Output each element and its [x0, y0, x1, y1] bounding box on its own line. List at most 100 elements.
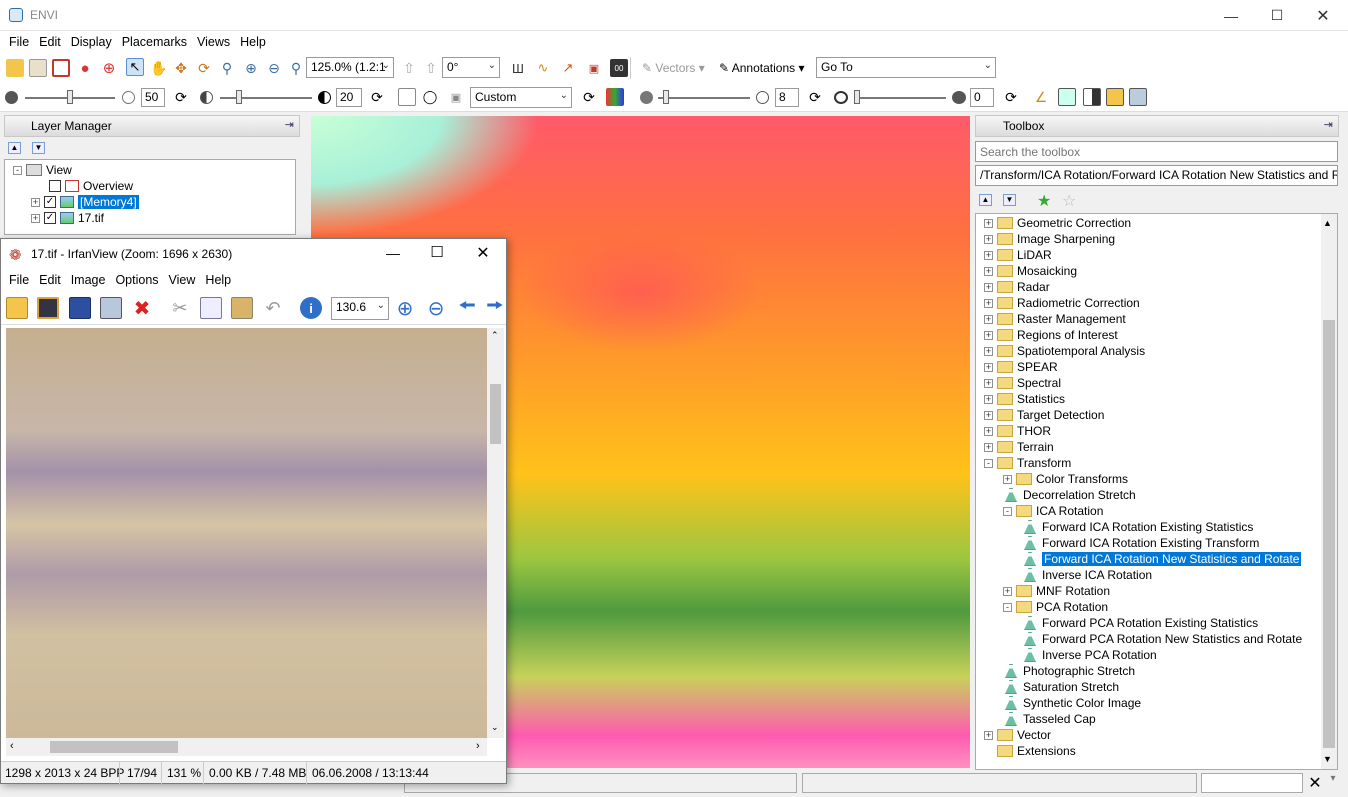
toolbox-folder[interactable]: - Transform — [984, 455, 1071, 471]
expand-toggle-icon[interactable]: + — [984, 362, 993, 372]
expand-toggle-icon[interactable]: + — [31, 197, 40, 207]
collapse-toggle-icon[interactable]: - — [1003, 506, 1012, 516]
toolbox-folder[interactable]: + Image Sharpening — [984, 231, 1115, 247]
expand-toggle-icon[interactable]: + — [984, 314, 993, 324]
expand-toggle-icon[interactable]: + — [984, 730, 993, 740]
toolbox-folder[interactable]: + Spatiotemporal Analysis — [984, 343, 1145, 359]
toolbox-tool[interactable]: Decorrelation Stretch — [1003, 487, 1136, 503]
scroll-up-icon[interactable]: ▲ — [1323, 218, 1332, 228]
toolbox-scrollbar[interactable]: ▲ ▼ — [1321, 214, 1337, 769]
toolbox-folder[interactable]: + Regions of Interest — [984, 327, 1118, 343]
cut-icon[interactable]: ✂ — [169, 297, 191, 319]
collapse-toggle-icon[interactable]: - — [984, 458, 993, 468]
save-icon[interactable] — [69, 297, 91, 319]
next-icon[interactable]: 🠚 — [485, 297, 505, 319]
expand-toggle-icon[interactable]: + — [984, 346, 993, 356]
toolbox-folder[interactable]: Extensions — [984, 743, 1076, 759]
refresh-icon[interactable]: ⟳ — [806, 88, 824, 106]
toolbox-tool[interactable]: Saturation Stretch — [1003, 679, 1119, 695]
zoom-full-icon[interactable]: ⚲ — [287, 59, 305, 77]
toolbox-folder[interactable]: + MNF Rotation — [1003, 583, 1110, 599]
toolbox-folder[interactable]: + Spectral — [984, 375, 1061, 391]
expand-toggle-icon[interactable]: + — [984, 330, 993, 340]
spectral-profile-icon[interactable]: ∿ — [534, 59, 552, 77]
expand-all-icon[interactable]: ▼ — [32, 142, 45, 154]
expand-toggle-icon[interactable]: + — [984, 250, 993, 260]
layer-17tif[interactable]: + ✓ 17.tif — [31, 210, 104, 226]
toolbox-folder[interactable]: + Radiometric Correction — [984, 295, 1140, 311]
measure-icon[interactable]: ∠ — [1032, 88, 1050, 106]
toolbox-tool[interactable]: Forward ICA Rotation Existing Statistics — [1022, 519, 1253, 535]
data-manager-icon[interactable] — [29, 59, 47, 77]
undock-icon[interactable]: ⇥ — [1324, 118, 1333, 131]
irfan-menu-view[interactable]: View — [164, 273, 201, 287]
toolbox-folder[interactable]: - PCA Rotation — [1003, 599, 1108, 615]
rotate-icon[interactable]: ⟳ — [195, 59, 213, 77]
scroll-down-icon[interactable]: ⌄ — [491, 722, 499, 733]
sharpen-slider-track[interactable] — [658, 97, 750, 99]
refresh-icon[interactable]: ⟳ — [1002, 88, 1020, 106]
toolbox-folder[interactable]: + Target Detection — [984, 407, 1104, 423]
chip-view-icon[interactable] — [1129, 88, 1147, 106]
stretch-type-icon[interactable]: ▣ — [447, 88, 465, 106]
collapse-toggle-icon[interactable]: - — [1003, 602, 1012, 612]
collapse-toggle-icon[interactable]: - — [13, 165, 22, 175]
portal-icon[interactable] — [1106, 88, 1124, 106]
transparency-slider-thumb[interactable] — [854, 90, 860, 104]
crosshair-icon[interactable]: ⊕ — [100, 59, 118, 77]
expand-toggle-icon[interactable]: + — [984, 298, 993, 308]
toolbox-folder[interactable]: + Mosaicking — [984, 263, 1077, 279]
toolbox-folder[interactable]: + Raster Management — [984, 311, 1126, 327]
sharpen-slider-thumb[interactable] — [663, 90, 669, 104]
collapse-all-icon[interactable]: ▲ — [979, 194, 992, 206]
toolbox-folder[interactable]: + THOR — [984, 423, 1051, 439]
contrast-slider-track[interactable] — [220, 97, 312, 99]
brightness-value[interactable]: 50 — [141, 88, 165, 107]
irfanview-image[interactable] — [6, 328, 487, 738]
layer-view[interactable]: - View — [13, 162, 72, 178]
toolbox-folder[interactable]: + Radar — [984, 279, 1050, 295]
zoom-box-icon[interactable]: ⚲ — [218, 59, 236, 77]
irfan-menu-help[interactable]: Help — [200, 273, 236, 287]
menu-display[interactable]: Display — [66, 35, 117, 49]
stretch-select[interactable]: Custom ⌄ — [470, 87, 572, 108]
toolbox-tool[interactable]: Photographic Stretch — [1003, 663, 1135, 679]
scrollbar-thumb[interactable] — [1323, 320, 1335, 748]
rotate-right-icon[interactable]: ⇧ — [422, 59, 440, 77]
add-favorite-icon[interactable]: ★ — [1037, 191, 1051, 211]
expand-toggle-icon[interactable]: + — [1003, 474, 1012, 484]
print-icon[interactable] — [100, 297, 122, 319]
expand-toggle-icon[interactable]: + — [984, 394, 993, 404]
annotations-menu-button[interactable]: ✎ Annotations ▾ — [719, 61, 804, 75]
irfan-menu-file[interactable]: File — [4, 273, 34, 287]
paste-icon[interactable] — [231, 297, 253, 319]
crop-icon[interactable] — [52, 59, 70, 77]
scroll-right-icon[interactable]: › — [476, 740, 480, 752]
toolbox-folder[interactable]: + Color Transforms — [1003, 471, 1128, 487]
toolbox-folder[interactable]: + Statistics — [984, 391, 1065, 407]
irfan-close-button[interactable]: ✕ — [463, 243, 503, 263]
fly-icon[interactable]: ✥ — [172, 59, 190, 77]
refresh-icon[interactable]: ⟳ — [368, 88, 386, 106]
open-icon[interactable] — [6, 297, 28, 319]
transparency-slider-track[interactable] — [854, 97, 946, 99]
cursor-value-icon[interactable]: Ш — [509, 59, 527, 77]
toolbox-tool[interactable]: Inverse ICA Rotation — [1022, 567, 1152, 583]
refresh-icon[interactable]: ⟳ — [580, 88, 598, 106]
undo-icon[interactable]: ↶ — [262, 297, 284, 319]
toolbox-folder[interactable]: - ICA Rotation — [1003, 503, 1103, 519]
expand-toggle-icon[interactable]: + — [984, 282, 993, 292]
expand-toggle-icon[interactable]: + — [31, 213, 40, 223]
irfan-menu-edit[interactable]: Edit — [34, 273, 66, 287]
toolbox-tool[interactable]: Forward PCA Rotation New Statistics and … — [1022, 631, 1302, 647]
view-layout-icon[interactable] — [1058, 88, 1076, 106]
zoom-in-icon[interactable]: ⊕ — [242, 59, 260, 77]
contrast-value[interactable]: 20 — [336, 88, 362, 107]
slideshow-icon[interactable] — [37, 297, 59, 319]
toolbox-tool[interactable]: Forward PCA Rotation Existing Statistics — [1022, 615, 1258, 631]
scrollbar-thumb[interactable] — [490, 384, 501, 444]
rotation-select[interactable]: 0° ⌄ — [442, 57, 500, 78]
refresh-icon[interactable]: ⟳ — [172, 88, 190, 106]
layer-checkbox[interactable]: ✓ — [44, 196, 56, 208]
toolbox-tool[interactable]: Synthetic Color Image — [1003, 695, 1141, 711]
